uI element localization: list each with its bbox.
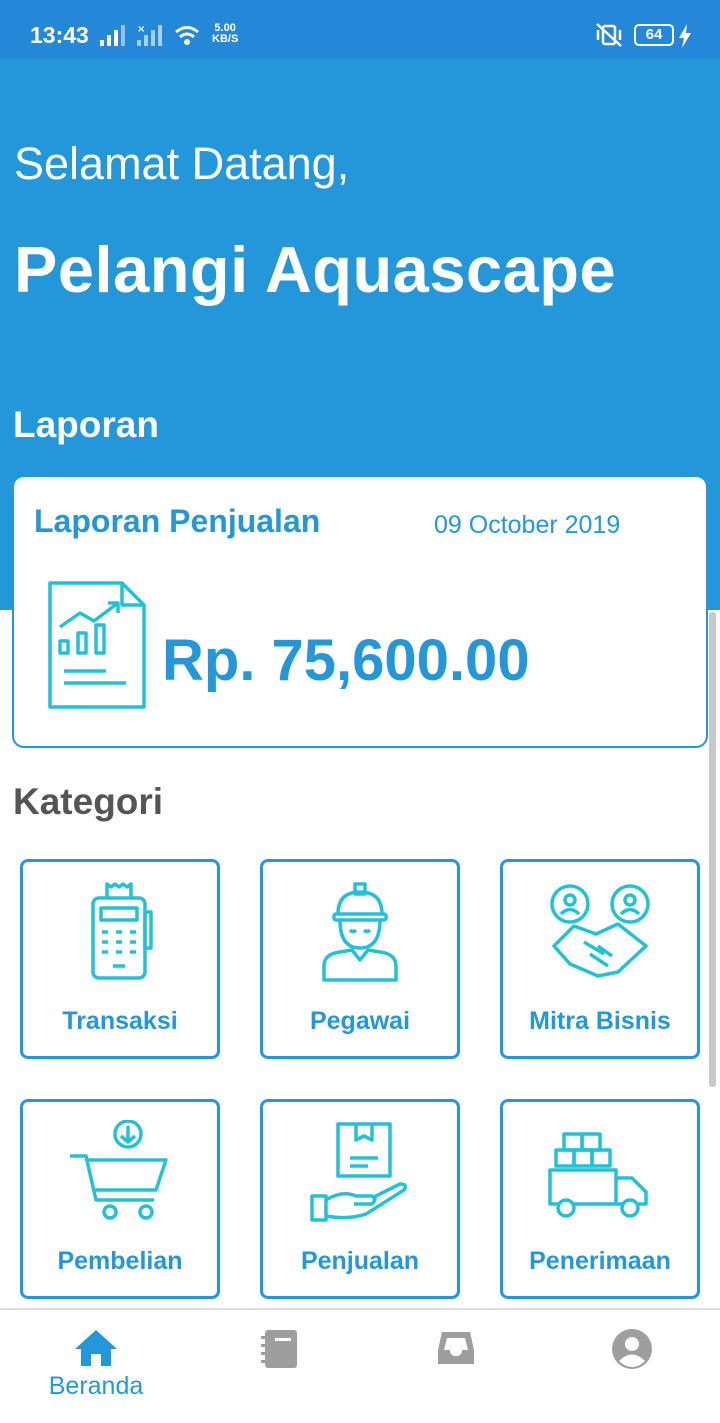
pos-terminal-icon	[91, 882, 153, 980]
greeting-text: Selamat Datang,	[14, 138, 350, 189]
laporan-section-title: Laporan	[13, 404, 159, 445]
battery-indicator: 64	[634, 24, 674, 46]
category-label: Penjualan	[300, 1247, 420, 1275]
nav-notebook[interactable]	[219, 1328, 339, 1420]
nav-beranda[interactable]: Beranda	[36, 1328, 156, 1420]
vibrate-mute-icon	[596, 23, 622, 47]
category-label: Penerimaan	[529, 1247, 671, 1275]
category-pegawai[interactable]: Pegawai	[260, 859, 460, 1059]
network-speed-unit: KB/S	[212, 33, 239, 45]
report-date: 09 October 2019	[434, 511, 621, 539]
category-label: Pegawai	[309, 1007, 411, 1035]
notebook-icon	[261, 1330, 297, 1368]
nav-profile[interactable]	[572, 1328, 692, 1420]
category-pembelian[interactable]: Pembelian	[20, 1099, 220, 1299]
signal-icon: ×	[100, 24, 199, 46]
scrollbar[interactable]	[709, 612, 716, 1087]
bottom-navigation: Beranda	[0, 1308, 720, 1423]
report-chart-icon	[48, 581, 146, 709]
svg-text:×: ×	[137, 24, 145, 35]
home-icon	[75, 1330, 117, 1366]
report-amount: Rp. 75,600.00	[162, 628, 530, 693]
charging-icon	[679, 24, 691, 48]
category-mitra-bisnis[interactable]: Mitra Bisnis	[500, 859, 700, 1059]
status-bar: 13:43 × 5.00 KB/S 64	[0, 0, 720, 58]
nav-inbox[interactable]	[396, 1328, 516, 1420]
company-name: Pelangi Aquascape	[14, 233, 617, 306]
shopping-cart-icon	[70, 1120, 168, 1220]
worker-icon	[322, 882, 398, 982]
delivery-truck-icon	[548, 1132, 648, 1218]
hand-box-icon	[310, 1122, 408, 1222]
status-time: 13:43	[30, 22, 89, 48]
report-title: Laporan Penjualan	[34, 503, 321, 539]
category-label: Mitra Bisnis	[529, 1007, 671, 1035]
category-transaksi[interactable]: Transaksi	[20, 859, 220, 1059]
category-label: Transaksi	[62, 1007, 178, 1035]
inbox-icon	[438, 1332, 474, 1364]
kategori-section-title: Kategori	[13, 781, 164, 822]
profile-icon	[612, 1329, 652, 1369]
category-label: Pembelian	[57, 1247, 183, 1275]
nav-label: Beranda	[48, 1372, 144, 1400]
sales-report-card[interactable]: Laporan Penjualan 09 October 2019 Rp. 75…	[12, 475, 708, 748]
category-penerimaan[interactable]: Penerimaan	[500, 1099, 700, 1299]
category-penjualan[interactable]: Penjualan	[260, 1099, 460, 1299]
handshake-icon	[550, 884, 650, 978]
network-speed: 5.00 KB/S	[212, 23, 238, 45]
